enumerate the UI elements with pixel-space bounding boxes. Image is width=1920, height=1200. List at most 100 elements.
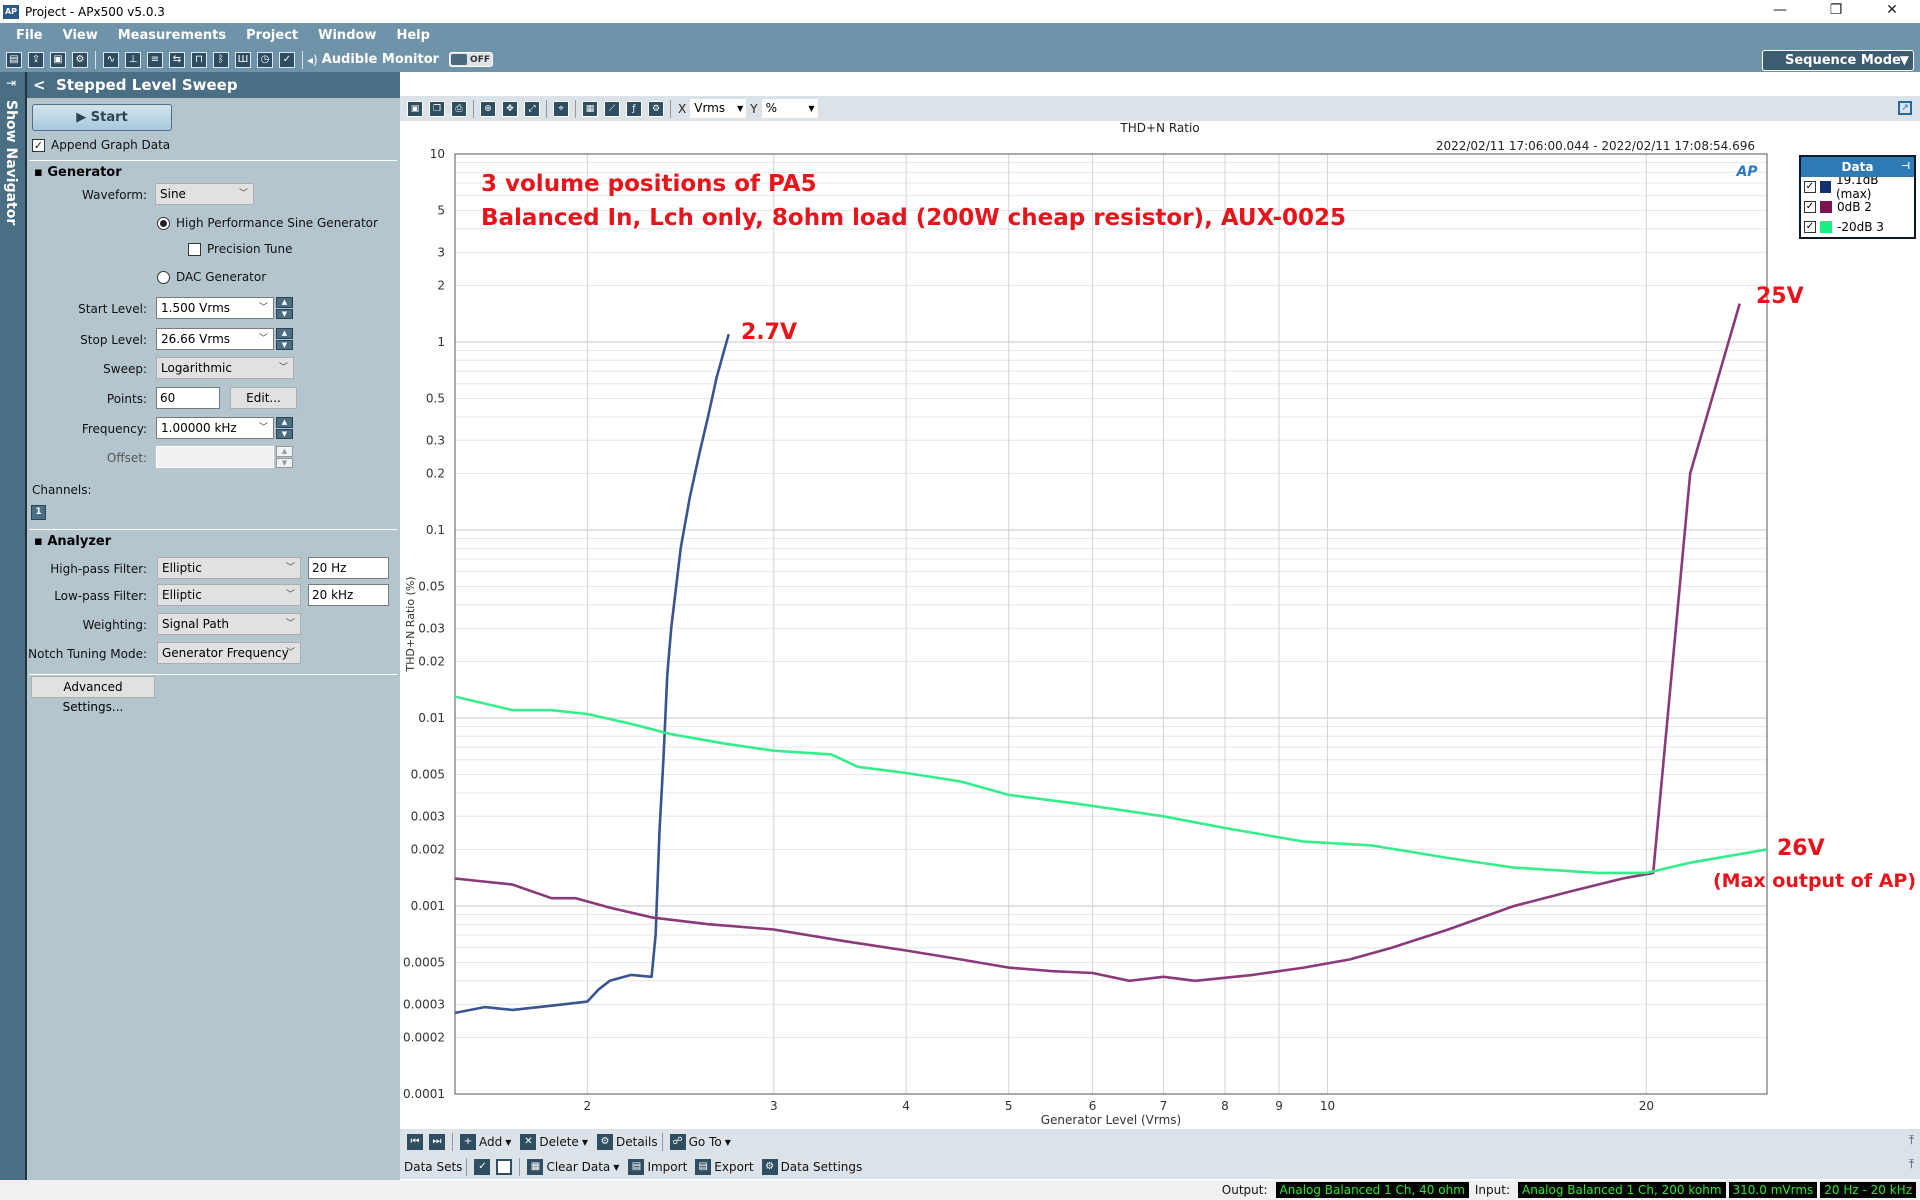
edit-points-button[interactable]: Edit... xyxy=(230,387,297,409)
x-tick-label: 20 xyxy=(1639,1099,1654,1113)
data-settings-gear-icon[interactable]: ⚙ xyxy=(761,1159,778,1175)
lpf-select[interactable]: Elliptic ﹀ xyxy=(157,584,301,606)
window-title: Project - APx500 v5.0.3 xyxy=(25,4,165,19)
first-icon[interactable]: ⏮ xyxy=(407,1134,423,1150)
series-line-1 xyxy=(455,333,730,1015)
channel-1-button[interactable]: 1 xyxy=(31,505,46,520)
speaker-icon: ◂) xyxy=(307,52,318,67)
frequency-field[interactable]: 1.00000 kHz ﹀ xyxy=(156,417,274,439)
details-button[interactable]: Details xyxy=(616,1135,658,1149)
stop-level-field[interactable]: 26.66 Vrms ﹀ xyxy=(156,328,274,350)
hpf-select[interactable]: Elliptic ﹀ xyxy=(157,557,301,579)
pin-icon[interactable]: ⊣ xyxy=(1901,157,1910,177)
binoculars-icon[interactable]: ☍ xyxy=(669,1134,686,1150)
stop-level-stepper[interactable]: ▲ ▼ xyxy=(276,328,293,350)
legend-item[interactable]: ✓ 19.1dB (max) xyxy=(1801,173,1914,201)
last-icon[interactable]: ⏭ xyxy=(429,1134,445,1150)
delete-icon[interactable]: ✕ xyxy=(520,1134,537,1150)
collapse-icon[interactable]: ⤒ xyxy=(1909,1133,1914,1148)
settings-gear-icon[interactable]: ⚙ xyxy=(72,51,88,68)
spectrum-icon[interactable]: ⊥ xyxy=(125,51,141,68)
stop-level-label: Stop Level: xyxy=(80,333,147,347)
pulse-icon[interactable]: ⊓ xyxy=(191,51,207,68)
waveform-select[interactable]: Sine ﹀ xyxy=(155,183,254,205)
points-input[interactable]: 60 xyxy=(156,387,220,409)
navigator-strip[interactable]: ⇥ Show Navigator xyxy=(0,72,25,1200)
delete-button[interactable]: Delete xyxy=(539,1135,578,1149)
add-icon[interactable]: + xyxy=(460,1134,476,1150)
clear-data-icon[interactable]: ▦ xyxy=(527,1159,544,1175)
sequence-mode-dropdown[interactable]: Sequence Mode ▼ xyxy=(1762,50,1914,71)
import-button[interactable]: Import xyxy=(647,1160,687,1174)
export-button[interactable]: Export xyxy=(714,1160,753,1174)
export-icon[interactable]: ▤ xyxy=(695,1159,712,1175)
goto-button[interactable]: Go To xyxy=(689,1135,722,1149)
list-icon[interactable]: ≡ xyxy=(147,51,163,68)
title-bar: AP Project - APx500 v5.0.3 — ❐ ✕ xyxy=(0,0,1920,23)
frequency-label: Frequency: xyxy=(81,422,147,436)
minimize-button[interactable]: — xyxy=(1752,0,1808,23)
y-tick-label: 0.3 xyxy=(426,433,445,447)
close-button[interactable]: ✕ xyxy=(1864,0,1920,23)
bandwidth-readout: 20 Hz - 20 kHz xyxy=(1820,1182,1916,1198)
data-settings-button[interactable]: Data Settings xyxy=(781,1160,863,1174)
show-navigator-label[interactable]: Show Navigator xyxy=(3,100,19,225)
menu-view[interactable]: View xyxy=(63,28,98,43)
frequency-stepper[interactable]: ▲ ▼ xyxy=(276,417,293,439)
menu-window[interactable]: Window xyxy=(318,28,376,43)
new-project-icon[interactable]: ▤ xyxy=(6,51,22,68)
advanced-settings-button[interactable]: Advanced Settings... xyxy=(31,676,155,714)
bars-icon[interactable]: Ш xyxy=(235,51,251,68)
weighting-select[interactable]: Signal Path ﹀ xyxy=(157,613,301,635)
hp-sine-radio[interactable]: High Performance Sine Generator xyxy=(157,216,378,230)
weighting-label: Weighting: xyxy=(82,618,147,632)
x-tick-label: 6 xyxy=(1089,1099,1097,1113)
uncheck-all-icon[interactable] xyxy=(496,1159,513,1175)
check-all-icon[interactable]: ✓ xyxy=(474,1159,491,1175)
x-tick-label: 4 xyxy=(902,1099,910,1113)
details-gear-icon[interactable]: ⚙ xyxy=(596,1134,613,1150)
save-icon[interactable]: ▣ xyxy=(50,51,66,68)
add-measurement-icon[interactable]: ✓ xyxy=(279,51,295,68)
waveform-icon[interactable]: ∿ xyxy=(103,51,119,68)
start-button[interactable]: ▶ Start xyxy=(32,104,172,131)
audible-monitor-toggle[interactable]: OFF xyxy=(449,52,494,67)
add-button[interactable]: Add xyxy=(479,1135,502,1149)
back-chevron-icon[interactable]: < xyxy=(33,76,56,94)
collapse-icon[interactable]: ⤒ xyxy=(1909,1157,1914,1172)
y-tick-label: 0.0003 xyxy=(403,997,445,1011)
x-tick-label: 8 xyxy=(1221,1099,1229,1113)
precision-tune-checkbox[interactable]: Precision Tune xyxy=(188,242,292,256)
start-level-stepper[interactable]: ▲ ▼ xyxy=(276,297,293,319)
menu-file[interactable]: File xyxy=(16,28,43,43)
notch-select[interactable]: Generator Frequency ﹀ xyxy=(157,642,301,664)
import-icon[interactable]: ▤ xyxy=(628,1159,645,1175)
switch-icon[interactable]: ⇆ xyxy=(169,51,185,68)
y-tick-label: 0.002 xyxy=(411,842,445,856)
start-level-field[interactable]: 1.500 Vrms ﹀ xyxy=(156,297,274,319)
menu-measurements[interactable]: Measurements xyxy=(118,28,226,43)
annotation-2-7v: 2.7V xyxy=(741,320,797,345)
append-graph-data-checkbox[interactable]: ✓ Append Graph Data xyxy=(32,138,170,152)
sweep-select[interactable]: Logarithmic ﹀ xyxy=(156,357,294,379)
bluetooth-icon[interactable]: ᛒ xyxy=(213,51,229,68)
dac-generator-radio[interactable]: DAC Generator xyxy=(157,270,266,284)
analyzer-section-header[interactable]: ▪ Analyzer xyxy=(34,534,111,549)
menu-project[interactable]: Project xyxy=(246,28,298,43)
open-project-icon[interactable]: ⇪ xyxy=(28,51,44,68)
clock-icon[interactable]: ◷ xyxy=(257,51,273,68)
y-tick-label: 0.0005 xyxy=(403,956,445,970)
input-config[interactable]: Analog Balanced 1 Ch, 200 kohm xyxy=(1518,1182,1726,1198)
legend-item[interactable]: ✓ -20dB 3 xyxy=(1801,217,1914,237)
pin-icon[interactable]: ⇥ xyxy=(6,76,16,90)
restore-button[interactable]: ❐ xyxy=(1808,0,1864,23)
y-tick-label: 0.01 xyxy=(418,711,445,725)
generator-section-header[interactable]: ▪ Generator xyxy=(34,165,122,180)
lpf-value-input[interactable]: 20 kHz xyxy=(308,584,389,606)
clear-data-button[interactable]: Clear Data xyxy=(546,1160,610,1174)
menu-help[interactable]: Help xyxy=(396,28,429,43)
input-label: Input: xyxy=(1474,1183,1511,1197)
output-config[interactable]: Analog Balanced 1 Ch, 40 ohm xyxy=(1275,1182,1469,1198)
status-bar: Output: Analog Balanced 1 Ch, 40 ohm Inp… xyxy=(0,1180,1920,1200)
hpf-value-input[interactable]: 20 Hz xyxy=(308,557,389,579)
